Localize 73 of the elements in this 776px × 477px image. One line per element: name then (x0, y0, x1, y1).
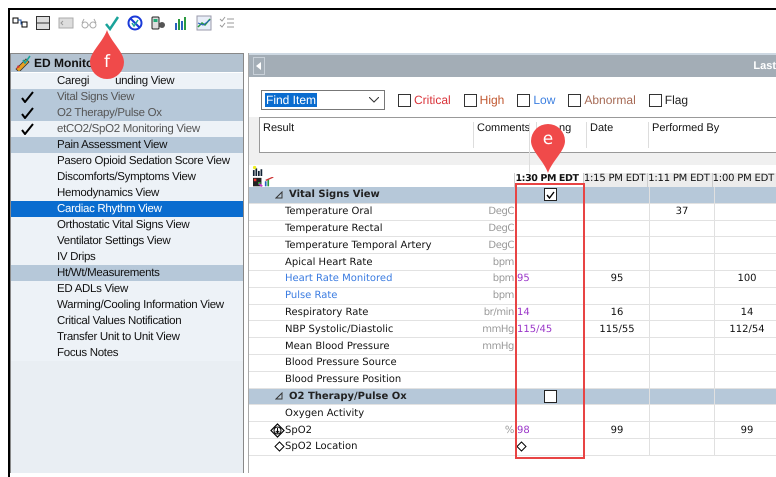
split-pane-icon[interactable] (35, 15, 51, 31)
checkbox[interactable] (544, 188, 556, 202)
row-label: Temperature Rectal (285, 222, 384, 234)
table-cell: 95 (610, 273, 624, 284)
row-label: SpO2 Location (285, 441, 358, 452)
table-cell: 14 (740, 306, 754, 318)
row-label: NBP Systolic/Diastolic (285, 324, 394, 335)
table-cell: 14 (516, 306, 530, 318)
row-label: Respiratory Rate (285, 306, 370, 318)
unit-label: bpm (492, 290, 514, 302)
chevron-down-icon[interactable] (369, 97, 379, 103)
table-cell: 115/45 (516, 324, 552, 335)
row-label: Blood Pressure Position (285, 374, 402, 386)
time-column-header[interactable]: 1:15 PM EDT (582, 173, 648, 187)
find-item-dropdown[interactable]: Find Item (261, 90, 385, 110)
unit-label: mmHg (481, 340, 514, 352)
view-item[interactable]: Caregi (57, 75, 90, 87)
filter-checkbox[interactable]: Abnormal (568, 93, 636, 107)
column-header[interactable]: Date (590, 122, 614, 134)
blocked-check-icon[interactable] (127, 15, 143, 31)
view-item[interactable]: IV Drips (57, 251, 96, 263)
unit-label: bpm (492, 273, 514, 284)
navigation-label: Last (753, 60, 776, 72)
table-cell: 95 (516, 273, 530, 284)
table-cell: 99 (610, 424, 624, 436)
filter-checkbox[interactable]: Low (517, 93, 556, 107)
table-cell: 115/55 (599, 324, 635, 335)
row-label: Oxygen Activity (285, 408, 366, 419)
table-cell: 112/54 (729, 324, 765, 335)
section-title: Vital Signs View (289, 189, 380, 200)
diamond-icon[interactable] (516, 441, 527, 452)
row-label: Blood Pressure Source (285, 357, 398, 368)
section-title: O2 Therapy/Pulse Ox (289, 390, 407, 402)
bar-chart-icon[interactable] (251, 165, 265, 177)
line-chart-icon[interactable] (196, 15, 212, 31)
table-cell: 99 (740, 424, 754, 436)
row-label: Mean Blood Pressure (285, 340, 391, 352)
unit-label: % (504, 424, 514, 436)
row-label: Pulse Rate (285, 290, 338, 302)
column-header[interactable]: Performed By (652, 122, 720, 134)
row-label: Temperature Oral (285, 206, 374, 218)
unit-label: bpm (492, 256, 514, 268)
expand-toggle-icon[interactable] (275, 392, 283, 400)
time-column-header[interactable]: 1:11 PM EDT (647, 173, 712, 187)
diamond-arrow-icon[interactable] (270, 422, 285, 438)
column-header[interactable]: Result (263, 122, 294, 134)
unit-label: DegC (487, 240, 514, 251)
filter-checkbox[interactable]: Flag (648, 93, 688, 107)
checkmark-icon[interactable] (104, 15, 120, 31)
checkbox[interactable] (544, 390, 556, 403)
row-label: Apical Heart Rate (285, 256, 374, 268)
row-label: Heart Rate Monitored (285, 273, 394, 284)
row-label: SpO2 (285, 424, 313, 436)
view-item[interactable]: unding View (115, 75, 174, 87)
table-cell: 100 (737, 273, 757, 284)
column-header[interactable]: ng (559, 122, 572, 134)
unit-label: DegC (487, 222, 514, 234)
diamond-icon[interactable] (274, 441, 285, 452)
device-icon[interactable] (150, 15, 166, 31)
table-cell: 98 (516, 424, 530, 436)
column-header[interactable]: Comments (477, 122, 530, 134)
row-label: Temperature Temporal Artery (285, 240, 433, 251)
unit-label: DegC (487, 206, 514, 218)
table-cell: 37 (676, 206, 688, 218)
unit-label: br/min (482, 306, 514, 318)
time-column-header[interactable]: 1:00 PM EDT (712, 173, 776, 187)
table-cell: 16 (610, 306, 624, 318)
unit-label: mmHg (481, 324, 514, 335)
view-item[interactable]: Focus Notes (57, 347, 118, 359)
expand-toggle-icon[interactable] (275, 190, 283, 199)
filter-checkbox[interactable]: High (464, 93, 504, 107)
filter-checkbox[interactable]: Critical (398, 93, 451, 107)
pencil-check-icon (14, 55, 32, 71)
